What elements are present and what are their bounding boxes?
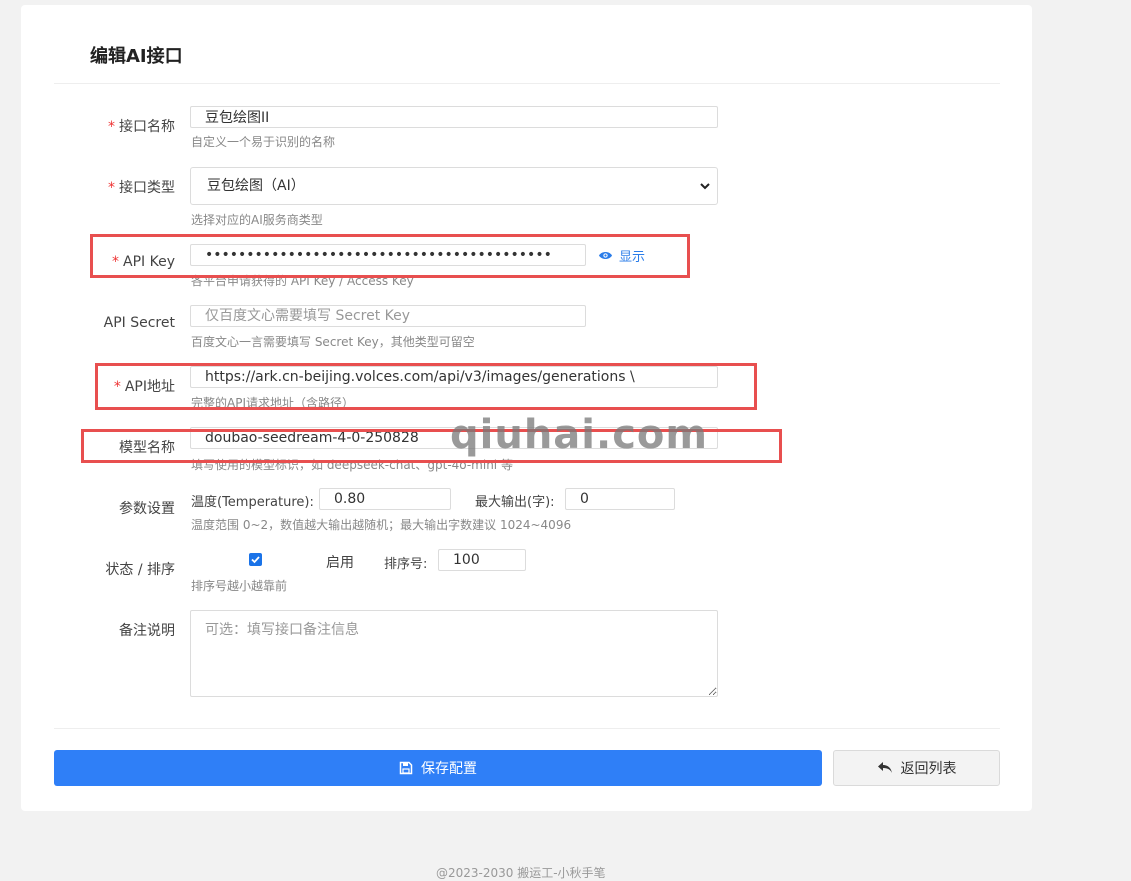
back-button[interactable]: 返回列表 — [833, 750, 1000, 786]
status-hint: 排序号越小越靠前 — [191, 579, 288, 593]
api-key-label: * API Key — [112, 254, 175, 270]
type-select[interactable]: 豆包绘图（AI） — [190, 167, 718, 205]
api-url-input[interactable] — [190, 366, 718, 388]
save-icon — [399, 761, 413, 775]
show-key-label: 显示 — [619, 250, 646, 265]
back-button-label: 返回列表 — [900, 761, 957, 777]
type-hint: 选择对应的AI服务商类型 — [191, 213, 323, 227]
page-title: 编辑AI接口 — [90, 46, 183, 67]
name-label: * 接口名称 — [108, 119, 175, 135]
footer-divider — [54, 728, 1000, 729]
temperature-input[interactable] — [319, 488, 451, 510]
footer-copyright: @2023-2030 搬运工-小秋手笔 — [436, 866, 606, 880]
model-label: 模型名称 — [119, 440, 175, 456]
enabled-checkbox[interactable] — [249, 553, 262, 566]
max-output-input[interactable] — [565, 488, 675, 510]
chevron-down-icon — [700, 183, 710, 190]
model-hint: 填写使用的模型标识，如 deepseek-chat、gpt-4o-mini 等 — [191, 458, 513, 472]
header-divider — [54, 83, 1000, 84]
api-secret-hint: 百度文心一言需要填写 Secret Key，其他类型可留空 — [191, 335, 475, 349]
max-output-label: 最大输出(字): — [475, 495, 555, 510]
status-label: 状态 / 排序 — [105, 562, 175, 578]
type-label: * 接口类型 — [108, 180, 175, 196]
enabled-label: 启用 — [326, 555, 354, 571]
name-input[interactable] — [190, 106, 718, 128]
api-secret-label: API Secret — [103, 315, 175, 331]
api-url-hint: 完整的API请求地址（含路径） — [191, 396, 354, 410]
save-button-label: 保存配置 — [421, 761, 477, 777]
api-url-label: * API地址 — [113, 379, 175, 395]
api-key-input[interactable] — [190, 244, 586, 266]
api-secret-input[interactable] — [190, 305, 586, 327]
eye-icon — [598, 251, 613, 260]
watermark: qiuhai.com — [450, 412, 709, 458]
check-icon — [251, 556, 260, 564]
remark-label: 备注说明 — [119, 623, 175, 639]
undo-icon — [877, 762, 892, 773]
name-hint: 自定义一个易于识别的名称 — [191, 135, 336, 149]
temperature-label: 温度(Temperature): — [191, 495, 314, 510]
show-key-button[interactable]: 显示 — [598, 246, 645, 265]
params-hint: 温度范围 0~2，数值越大输出越随机；最大输出字数建议 1024~4096 — [191, 518, 572, 532]
save-button[interactable]: 保存配置 — [54, 750, 822, 786]
remark-textarea[interactable] — [190, 610, 718, 697]
sort-input[interactable] — [438, 549, 526, 571]
api-key-hint: 各平台申请获得的 API Key / Access Key — [191, 274, 414, 288]
type-select-value: 豆包绘图（AI） — [207, 178, 305, 194]
sort-label: 排序号: — [384, 557, 428, 572]
params-label: 参数设置 — [119, 501, 175, 517]
